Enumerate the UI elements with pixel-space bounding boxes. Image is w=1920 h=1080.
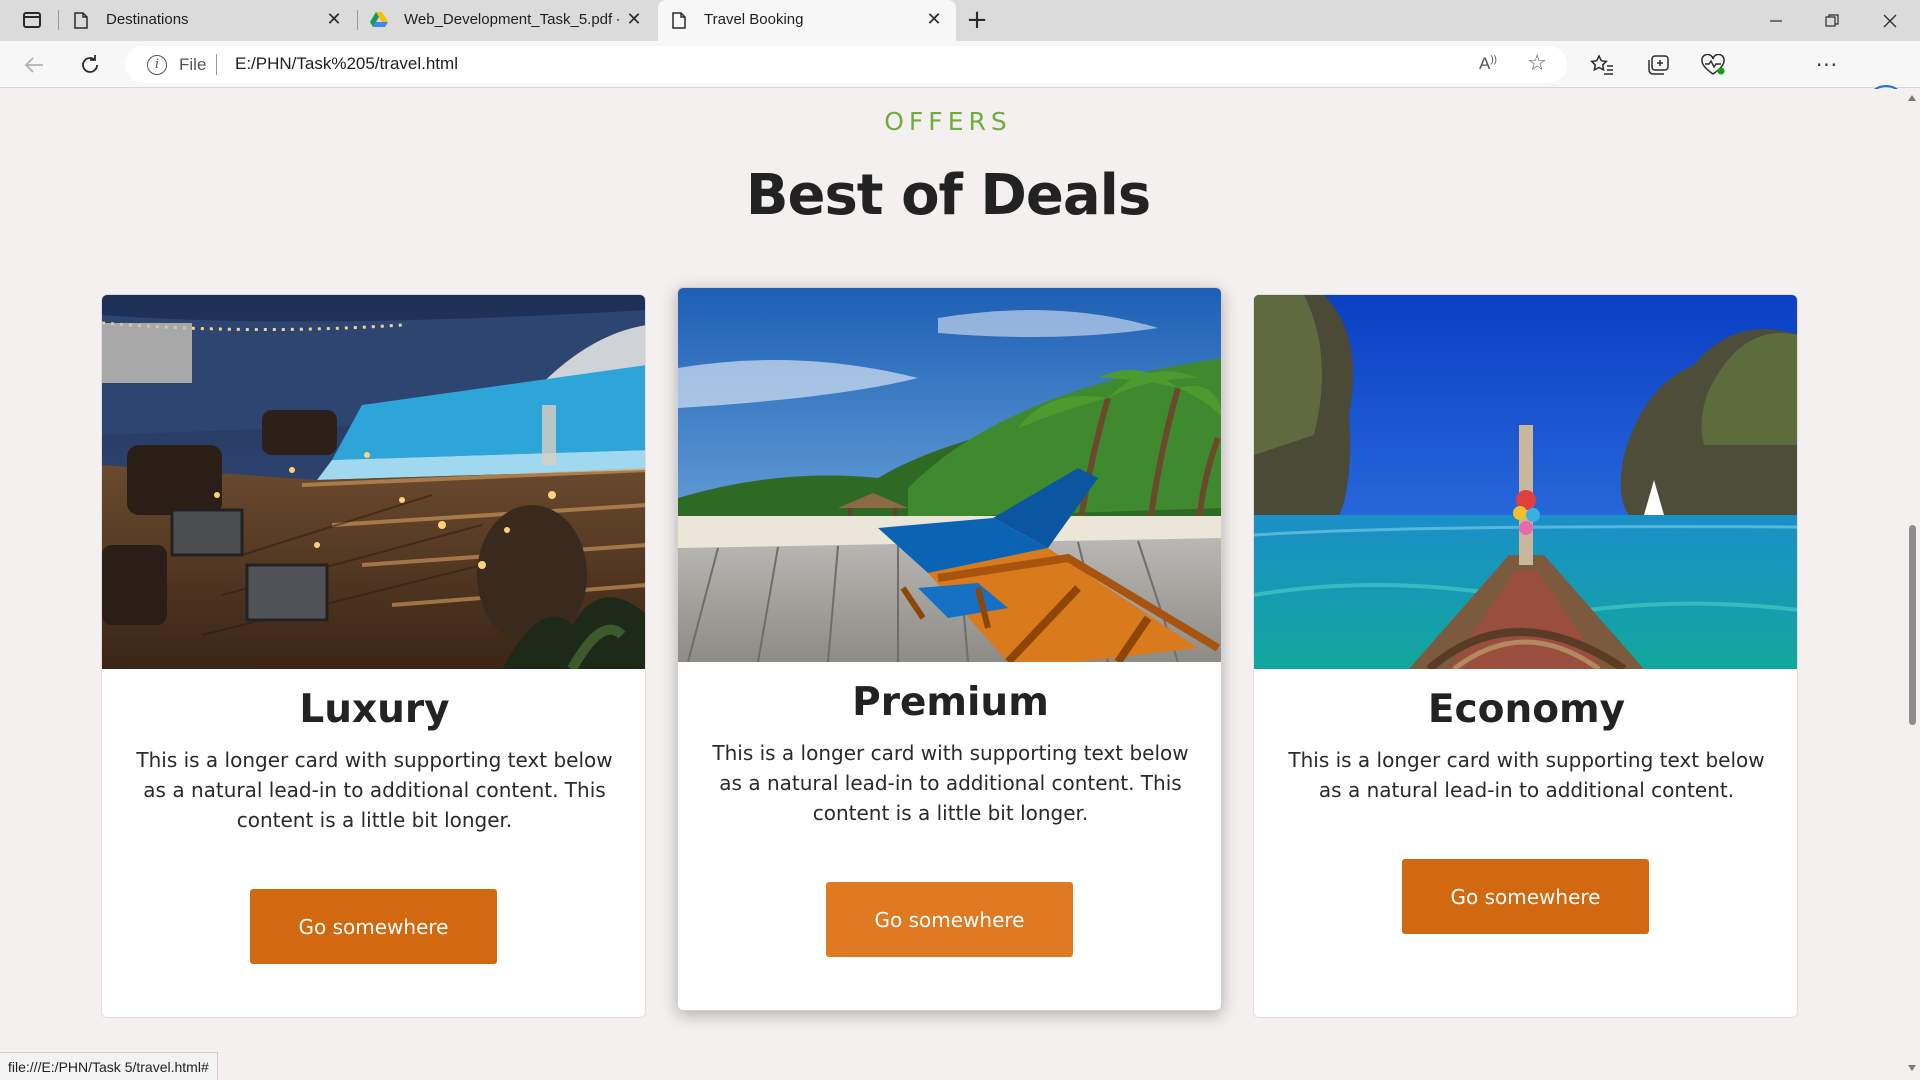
info-icon[interactable]: i — [147, 55, 167, 75]
refresh-icon — [82, 55, 98, 73]
minimize-button[interactable] — [1748, 0, 1804, 41]
card-image-longtail-boat — [1254, 295, 1797, 669]
tab-label: Destinations — [106, 11, 189, 28]
tab-separator — [58, 10, 59, 30]
page-icon — [74, 12, 88, 29]
tab-label: Web_Development_Task_5.pdf - G — [404, 11, 619, 28]
minimize-icon — [1770, 19, 1782, 22]
browser-essentials-button[interactable] — [1695, 47, 1731, 83]
card-text: This is a longer card with supporting te… — [1288, 748, 1765, 802]
restore-icon — [1825, 13, 1839, 27]
page-icon — [672, 12, 686, 29]
page-scrollbar[interactable] — [1904, 89, 1920, 1080]
go-somewhere-button[interactable]: Go somewhere — [1402, 859, 1649, 934]
back-button[interactable] — [16, 47, 52, 83]
navigation-bar: i File E:/PHN/Task%205/travel.html A)) ☆… — [0, 41, 1920, 125]
collections-button[interactable] — [1640, 47, 1676, 83]
section-eyebrow: OFFERS — [884, 107, 1012, 136]
tab-actions-icon — [23, 12, 41, 28]
tab-task-pdf[interactable]: Web_Development_Task_5.pdf - G ✕ — [358, 0, 656, 41]
card-title: Economy — [1427, 687, 1626, 732]
offer-card-economy: Economy This is a longer card with suppo… — [1253, 294, 1798, 1018]
favorites-button[interactable] — [1584, 47, 1620, 83]
tab-destinations[interactable]: Destinations ✕ — [60, 0, 356, 41]
collections-icon — [1648, 55, 1669, 75]
close-icon — [1883, 14, 1897, 27]
address-url[interactable]: E:/PHN/Task%205/travel.html — [235, 54, 458, 74]
address-bar[interactable]: i File E:/PHN/Task%205/travel.html A)) ☆ — [125, 46, 1567, 83]
go-somewhere-button[interactable]: Go somewhere — [826, 882, 1073, 957]
card-title: Premium — [852, 680, 1049, 725]
page-viewport: OFFERS Best of Deals Luxury This is a lo… — [0, 89, 1904, 1080]
refresh-button[interactable] — [72, 47, 108, 83]
scroll-down-icon[interactable] — [1908, 1065, 1916, 1071]
new-tab-button[interactable]: + — [962, 5, 992, 35]
drive-icon — [370, 12, 388, 27]
tab-label: Travel Booking — [704, 11, 804, 28]
scrollbar-thumb[interactable] — [1909, 525, 1916, 725]
offer-card-premium: Premium This is a longer card with suppo… — [677, 287, 1222, 1011]
card-image-rooftop-pool — [102, 295, 645, 669]
section-title: Best of Deals — [745, 163, 1151, 228]
close-tab-icon[interactable]: ✕ — [624, 9, 644, 29]
close-tab-icon[interactable]: ✕ — [324, 9, 344, 29]
card-text: This is a longer card with supporting te… — [712, 741, 1189, 825]
tab-strip: Destinations ✕ Web_Development_Task_5.pd… — [0, 0, 1920, 41]
settings-more-icon[interactable]: ··· — [1809, 47, 1845, 83]
offer-card-luxury: Luxury This is a longer card with suppor… — [101, 294, 646, 1018]
close-tab-icon[interactable]: ✕ — [924, 9, 944, 29]
favorites-list-icon — [1590, 54, 1613, 75]
link-status-bar: file:///E:/PHN/Task 5/travel.html# — [0, 1052, 218, 1080]
tab-actions-button[interactable] — [14, 6, 50, 34]
card-image-beach-loungers — [678, 288, 1221, 662]
address-separator — [216, 54, 217, 75]
restore-button[interactable] — [1804, 0, 1860, 41]
card-text: This is a longer card with supporting te… — [136, 748, 613, 832]
close-window-button[interactable] — [1862, 0, 1918, 41]
scroll-up-icon[interactable] — [1908, 95, 1916, 101]
card-title: Luxury — [299, 687, 450, 732]
tab-travel-booking[interactable]: Travel Booking ✕ — [658, 0, 956, 41]
back-arrow-icon — [24, 57, 43, 73]
go-somewhere-button[interactable]: Go somewhere — [250, 889, 497, 964]
heart-pulse-icon — [1701, 54, 1725, 75]
address-scheme: File — [179, 55, 207, 74]
favorite-star-icon[interactable]: ☆ — [1527, 51, 1547, 76]
read-aloud-icon[interactable]: A)) — [1479, 54, 1497, 74]
